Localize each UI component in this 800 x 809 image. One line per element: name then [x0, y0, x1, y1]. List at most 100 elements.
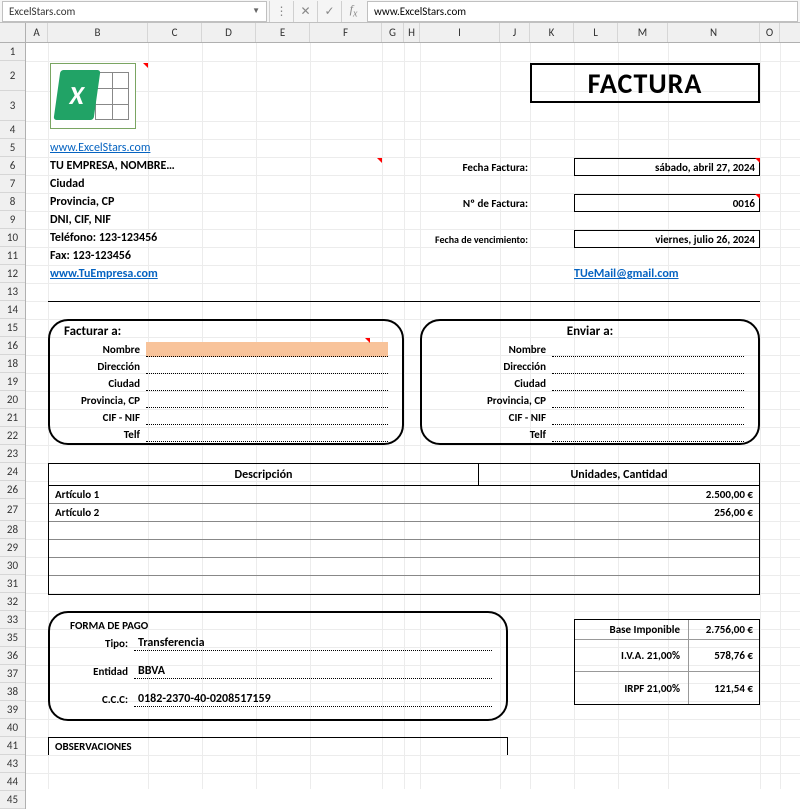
payment-ccc-value[interactable]: 0182-2370-40-0208517159 — [134, 692, 492, 707]
comment-indicator-icon[interactable] — [143, 63, 148, 68]
row-22[interactable]: 22 — [0, 427, 25, 445]
row-19[interactable]: 19 — [0, 373, 25, 391]
company-phone: Teléfono: 123-123456 — [50, 231, 157, 245]
shipto-cif-value[interactable] — [552, 410, 744, 425]
comment-indicator-icon[interactable] — [377, 158, 382, 163]
billto-city-value[interactable] — [146, 376, 388, 391]
col-L[interactable]: L — [574, 23, 618, 42]
row-35[interactable]: 35 — [0, 629, 25, 647]
table-row[interactable] — [49, 576, 759, 594]
due-value-box[interactable]: viernes, julio 26, 2024 — [574, 230, 760, 248]
chevron-down-icon[interactable]: ▼ — [252, 6, 260, 16]
col-N[interactable]: N — [668, 23, 760, 42]
row-30[interactable]: 30 — [0, 557, 25, 575]
row-8[interactable]: 8 — [0, 193, 25, 211]
col-J[interactable]: J — [500, 23, 530, 42]
row-28[interactable]: 28 — [0, 521, 25, 539]
billto-cif-value[interactable] — [146, 410, 388, 425]
row-15[interactable]: 15 — [0, 319, 25, 337]
row-44[interactable]: 44 — [0, 773, 25, 791]
row-32[interactable]: 32 — [0, 593, 25, 611]
row-39[interactable]: 39 — [0, 701, 25, 719]
comment-indicator-icon[interactable] — [365, 338, 370, 343]
row-40[interactable]: 40 — [0, 719, 25, 737]
row-6[interactable]: 6 — [0, 157, 25, 175]
row-36[interactable]: 36 — [0, 647, 25, 665]
expand-icon[interactable]: ⋮ — [269, 1, 293, 22]
grid-area[interactable]: X FACTURA www.ExcelStars.com TU EMPRESA,… — [26, 43, 800, 789]
col-O[interactable]: O — [760, 23, 780, 42]
table-row[interactable]: Artículo 2256,00 € — [49, 504, 759, 522]
row-38[interactable]: 38 — [0, 683, 25, 701]
email-link[interactable]: TUeMail@gmail.com — [574, 267, 679, 281]
row-3[interactable]: 3 — [0, 91, 25, 121]
row-10[interactable]: 10 — [0, 229, 25, 247]
billto-addr-value[interactable] — [146, 359, 388, 374]
col-F[interactable]: F — [310, 23, 382, 42]
row-43[interactable]: 43 — [0, 755, 25, 773]
row-13[interactable]: 13 — [0, 283, 25, 301]
col-H[interactable]: H — [404, 23, 420, 42]
billto-prov-value[interactable] — [146, 393, 388, 408]
row-27[interactable]: 27 — [0, 499, 25, 521]
col-I[interactable]: I — [420, 23, 500, 42]
row-20[interactable]: 20 — [0, 391, 25, 409]
row-31[interactable]: 31 — [0, 575, 25, 593]
row-1[interactable]: 1 — [0, 43, 25, 61]
table-row[interactable]: Artículo 12.500,00 € — [49, 486, 759, 504]
name-box[interactable]: ExcelStars.com ▼ — [2, 1, 267, 22]
row-4[interactable]: 4 — [0, 121, 25, 139]
row-7[interactable]: 7 — [0, 175, 25, 193]
num-label: Nº de Factura: — [420, 197, 528, 210]
comment-indicator-icon[interactable] — [755, 194, 760, 199]
billto-name-value[interactable] — [146, 342, 388, 357]
col-K[interactable]: K — [530, 23, 574, 42]
row-2[interactable]: 2 — [0, 61, 25, 91]
comment-indicator-icon[interactable] — [755, 158, 760, 163]
select-all-corner[interactable] — [0, 23, 26, 42]
shipto-name-value[interactable] — [552, 342, 744, 357]
payment-type-value[interactable]: Transferencia — [134, 636, 492, 651]
date-value-box[interactable]: sábado, abril 27, 2024 — [574, 158, 760, 176]
shipto-city-value[interactable] — [552, 376, 744, 391]
col-B[interactable]: B — [48, 23, 148, 42]
row-12[interactable]: 12 — [0, 265, 25, 283]
row-11[interactable]: 11 — [0, 247, 25, 265]
cancel-icon[interactable]: ✕ — [293, 1, 317, 22]
row-33[interactable]: 33 — [0, 611, 25, 629]
shipto-addr-value[interactable] — [552, 359, 744, 374]
row-41[interactable]: 41 — [0, 737, 25, 755]
col-E[interactable]: E — [256, 23, 310, 42]
row-24[interactable]: 24 — [0, 463, 25, 481]
company-link[interactable]: www.TuEmpresa.com — [50, 267, 158, 281]
col-M[interactable]: M — [618, 23, 668, 42]
row-23[interactable]: 23 — [0, 445, 25, 463]
col-A[interactable]: A — [26, 23, 48, 42]
row-5[interactable]: 5 — [0, 139, 25, 157]
table-row[interactable] — [49, 540, 759, 558]
shipto-tel-value[interactable] — [552, 427, 744, 442]
row-26[interactable]: 26 — [0, 481, 25, 499]
row-9[interactable]: 9 — [0, 211, 25, 229]
row-16[interactable]: 16 — [0, 337, 25, 355]
table-row[interactable] — [49, 558, 759, 576]
row-21[interactable]: 21 — [0, 409, 25, 427]
col-G[interactable]: G — [382, 23, 404, 42]
fx-icon[interactable]: fx — [341, 1, 365, 22]
shipto-prov-value[interactable] — [552, 393, 744, 408]
site-link[interactable]: www.ExcelStars.com — [50, 141, 150, 155]
formula-input[interactable]: www.ExcelStars.com — [367, 1, 798, 22]
row-37[interactable]: 37 — [0, 665, 25, 683]
payment-bank-value[interactable]: BBVA — [134, 664, 492, 679]
num-value-box[interactable]: 0016 — [574, 194, 760, 212]
col-C[interactable]: C — [148, 23, 202, 42]
confirm-icon[interactable]: ✓ — [317, 1, 341, 22]
row-29[interactable]: 29 — [0, 539, 25, 557]
row-14[interactable]: 14 — [0, 301, 25, 319]
date-value: sábado, abril 27, 2024 — [655, 161, 755, 174]
row-18[interactable]: 18 — [0, 355, 25, 373]
row-45[interactable]: 45 — [0, 791, 25, 809]
table-row[interactable] — [49, 522, 759, 540]
billto-tel-value[interactable] — [146, 427, 388, 442]
col-D[interactable]: D — [202, 23, 256, 42]
